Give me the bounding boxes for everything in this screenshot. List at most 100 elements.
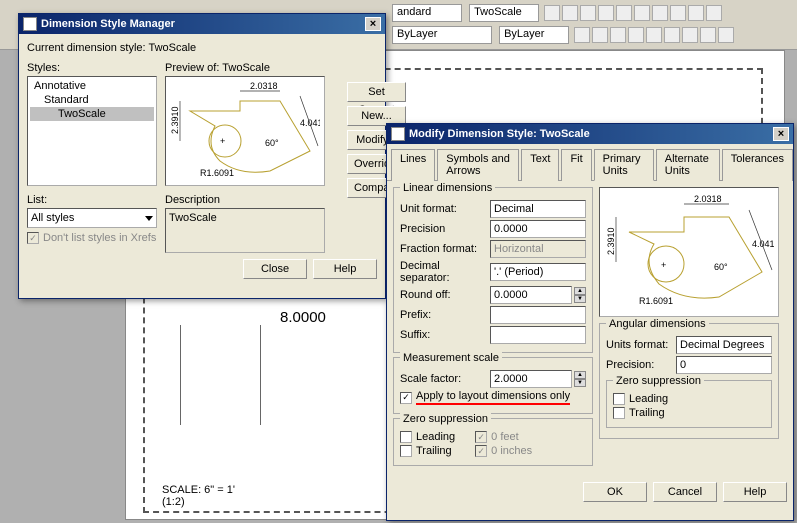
toolbar-icon[interactable] <box>706 5 722 21</box>
toolbar-icon[interactable] <box>682 27 698 43</box>
modify-dimension-style-dialog: Modify Dimension Style: TwoScale × Lines… <box>386 123 794 521</box>
toolbar-icon[interactable] <box>628 27 644 43</box>
scale-factor-spinner[interactable]: ▲▼ <box>574 371 586 387</box>
fraction-format-label: Fraction format: <box>400 243 490 255</box>
tab-text[interactable]: Text <box>521 149 559 181</box>
toolbar-icon[interactable] <box>544 5 560 21</box>
close-icon[interactable]: × <box>773 127 789 141</box>
app-icon <box>391 127 405 141</box>
close-button[interactable]: Close <box>243 259 307 279</box>
apply-layout-checkbox[interactable]: ✓ <box>400 392 412 404</box>
list-label: List: <box>27 194 157 206</box>
dimension-value: 8.0000 <box>280 309 326 326</box>
toolbar-icon[interactable] <box>688 5 704 21</box>
tab-symbols[interactable]: Symbols and Arrows <box>437 149 519 181</box>
list-combo[interactable]: All styles <box>27 208 157 228</box>
round-off-label: Round off: <box>400 289 490 301</box>
angular-units-select[interactable]: Decimal Degrees <box>676 336 772 354</box>
suffix-input[interactable] <box>490 326 586 344</box>
toolbar-icon[interactable] <box>634 5 650 21</box>
prefix-label: Prefix: <box>400 309 490 321</box>
combo-twoscale[interactable]: TwoScale <box>469 4 539 22</box>
tab-fit[interactable]: Fit <box>561 149 591 181</box>
set-current-button[interactable]: Set Current <box>347 82 406 102</box>
dimension-line <box>260 325 261 425</box>
description-box: TwoScale <box>165 208 325 253</box>
tab-primary-units[interactable]: Primary Units <box>594 149 654 181</box>
svg-text:60°: 60° <box>714 262 728 272</box>
angular-precision-label: Precision: <box>606 359 676 371</box>
scale-factor-label: Scale factor: <box>400 373 490 385</box>
trailing-checkbox[interactable] <box>400 445 412 457</box>
close-icon[interactable]: × <box>365 17 381 31</box>
styles-label: Styles: <box>27 62 157 74</box>
help-button[interactable]: Help <box>313 259 377 279</box>
toolbar-icon[interactable] <box>700 27 716 43</box>
svg-text:4.0415: 4.0415 <box>300 118 320 128</box>
tab-lines[interactable]: Lines <box>391 149 435 181</box>
angular-trailing-label: Trailing <box>629 407 665 419</box>
dsm-titlebar[interactable]: Dimension Style Manager × <box>19 14 385 34</box>
angular-trailing-checkbox[interactable] <box>613 407 625 419</box>
scale-factor-input[interactable]: 2.0000 <box>490 370 572 388</box>
combo-bylayer1[interactable]: ByLayer <box>392 26 492 44</box>
inches-checkbox: ✓ <box>475 445 487 457</box>
angular-leading-checkbox[interactable] <box>613 393 625 405</box>
linear-dimensions-group: Linear dimensions Unit format: Decimal P… <box>393 187 593 353</box>
toolbar-icon[interactable] <box>562 5 578 21</box>
styles-listbox[interactable]: Annotative Standard TwoScale <box>27 76 157 186</box>
svg-text:2.3910: 2.3910 <box>170 106 180 134</box>
zero-suppression-group: Zero suppression Leading Trailing ✓0 fee… <box>393 418 593 466</box>
toolbar-icon[interactable] <box>670 5 686 21</box>
toolbar-icon[interactable] <box>646 27 662 43</box>
round-off-input[interactable]: 0.0000 <box>490 286 572 304</box>
inches-label: 0 inches <box>491 445 532 457</box>
toolbar-icon[interactable] <box>652 5 668 21</box>
mds-titlebar[interactable]: Modify Dimension Style: TwoScale × <box>387 124 793 144</box>
scale-note: SCALE: 6" = 1' (1:2) <box>162 484 235 508</box>
precision-select[interactable]: 0.0000 <box>490 220 586 238</box>
svg-text:R1.6091: R1.6091 <box>639 296 673 306</box>
toolbar-icon[interactable] <box>718 27 734 43</box>
angular-precision-select[interactable]: 0 <box>676 356 772 374</box>
angular-units-label: Units format: <box>606 339 676 351</box>
toolbar-icon[interactable] <box>580 5 596 21</box>
prefix-input[interactable] <box>490 306 586 324</box>
toolbar-icon[interactable] <box>610 27 626 43</box>
style-item[interactable]: Annotative <box>30 79 154 93</box>
toolbar-icon[interactable] <box>616 5 632 21</box>
description-label: Description <box>165 194 325 206</box>
dsm-title: Dimension Style Manager <box>41 18 175 30</box>
leading-checkbox[interactable] <box>400 431 412 443</box>
style-item-selected[interactable]: TwoScale <box>30 107 154 121</box>
decimal-separator-label: Decimal separator: <box>400 260 490 284</box>
dimension-line <box>180 325 181 425</box>
help-button[interactable]: Help <box>723 482 787 502</box>
combo-bylayer2[interactable]: ByLayer <box>499 26 569 44</box>
precision-label: Precision <box>400 223 490 235</box>
dimension-style-manager-dialog: Dimension Style Manager × Current dimens… <box>18 13 386 299</box>
tab-alternate-units[interactable]: Alternate Units <box>656 149 720 181</box>
preview-box: 2.0318 2.3910 4.0415 60° R1.6091 + <box>165 76 325 186</box>
toolbar-icon[interactable] <box>664 27 680 43</box>
decimal-separator-select[interactable]: '.' (Period) <box>490 263 586 281</box>
svg-text:60°: 60° <box>265 138 279 148</box>
svg-text:R1.6091: R1.6091 <box>200 168 234 178</box>
leading-label: Leading <box>416 431 455 443</box>
unit-format-select[interactable]: Decimal <box>490 200 586 218</box>
svg-text:4.0415: 4.0415 <box>752 239 774 249</box>
style-item[interactable]: Standard <box>30 93 154 107</box>
svg-text:2.3910: 2.3910 <box>606 227 616 255</box>
toolbar-icon[interactable] <box>574 27 590 43</box>
cancel-button[interactable]: Cancel <box>653 482 717 502</box>
dont-list-label: Don't list styles in Xrefs <box>43 232 156 244</box>
chevron-down-icon <box>145 216 153 221</box>
tab-tolerances[interactable]: Tolerances <box>722 149 793 181</box>
ok-button[interactable]: OK <box>583 482 647 502</box>
toolbar-icon[interactable] <box>598 5 614 21</box>
round-off-spinner[interactable]: ▲▼ <box>574 287 586 303</box>
suffix-label: Suffix: <box>400 329 490 341</box>
feet-label: 0 feet <box>491 431 519 443</box>
toolbar-icon[interactable] <box>592 27 608 43</box>
combo-standard[interactable]: andard <box>392 4 462 22</box>
